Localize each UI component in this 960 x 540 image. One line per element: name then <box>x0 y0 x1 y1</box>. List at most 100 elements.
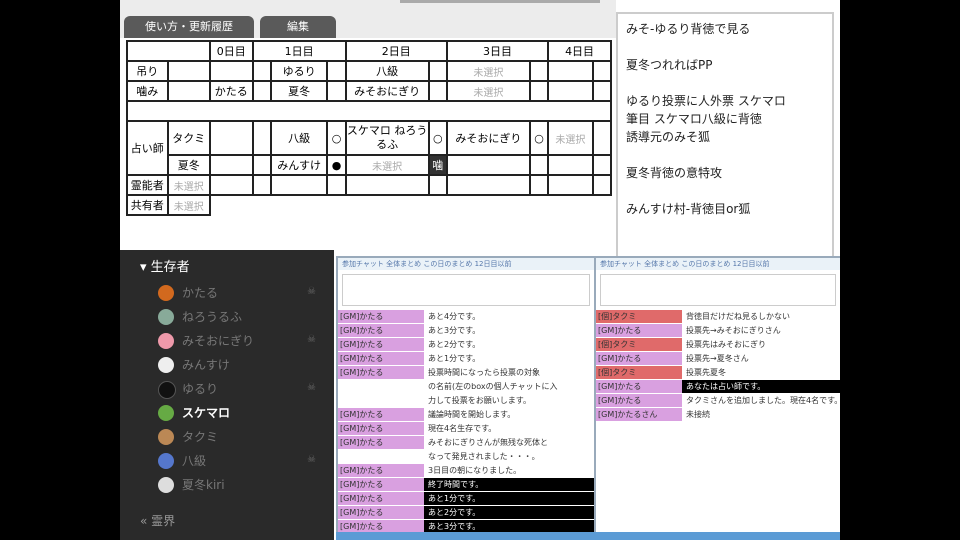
tab-usage[interactable]: 使い方・更新履歴 <box>124 16 254 38</box>
survivor-item[interactable]: タクミ <box>158 426 328 448</box>
chat-text: なって発見されました・・・。 <box>428 452 540 461</box>
survivor-item[interactable]: スケマロ <box>158 402 328 424</box>
attack-day1[interactable]: 夏冬 <box>269 80 329 102</box>
memo-line <box>618 182 832 200</box>
chat-message: [個]タクミ 投票先はみそおにぎり <box>596 338 840 351</box>
survivor-item[interactable]: かたる ☠ <box>158 282 328 304</box>
survivor-item[interactable]: 夏冬kiri <box>158 474 328 496</box>
spirit-world-link[interactable]: « 霊界 <box>140 512 175 529</box>
chat-text: 議論時間を開始します。 <box>428 410 516 419</box>
seer1-day2-result[interactable]: ○ <box>427 120 448 156</box>
chat-messages: [GM]かたる あと4分です。 [GM]かたる あと3分です。 [GM]かたる あと2分で… <box>338 310 594 540</box>
avatar <box>158 477 174 493</box>
survivor-header: ▾ 生存者 <box>140 260 190 275</box>
attack-day0[interactable]: かたる <box>209 80 254 102</box>
memo-line: 夏冬つれればPP <box>626 58 713 72</box>
chat-message: [GM]かたる 投票時間になったら投票の対象 <box>338 366 594 379</box>
memo-line: 誘導元のみそ狐 <box>626 130 711 144</box>
attacked-label: 噛み <box>126 80 169 102</box>
survivor-name: 八級 <box>182 454 207 468</box>
attack-day2[interactable]: みそおにぎり <box>344 80 430 102</box>
survivor-item[interactable]: 八級 ☠ <box>158 450 328 472</box>
day2-header: 2日目 <box>344 40 448 62</box>
chat-sender: [GM]かたる <box>596 380 682 393</box>
medium-value[interactable]: 未選択 <box>166 174 212 196</box>
avatar <box>158 453 174 469</box>
chat-text: 終了時間です。 <box>424 478 594 491</box>
chat-sender: [GM]かたる <box>596 352 682 365</box>
chat-message: [GM]かたる 終了時間です。 <box>338 478 594 491</box>
chat-text: あと3分です。 <box>428 326 481 335</box>
chat-sender: [GM]かたる <box>338 408 424 421</box>
chat-text: 3日目の朝になりました。 <box>428 466 522 475</box>
chat-message: [GM]かたるさん 未接続 <box>596 408 840 421</box>
survivor-name: みんすけ <box>182 358 230 372</box>
chat-header[interactable]: 参加チャット 全体まとめ この日のまとめ 12日目以前 <box>596 258 840 270</box>
chat-text: 現在4名生存です。 <box>428 424 497 433</box>
hang-day2[interactable]: 八級 <box>344 60 430 82</box>
chat-message: [GM]かたるあと4分です。 <box>338 310 594 323</box>
survivor-item[interactable]: みそおにぎり ☠ <box>158 330 328 352</box>
survivor-name: ゆるり <box>182 382 219 396</box>
memo-line <box>618 38 832 56</box>
chat-header[interactable]: 参加チャット 全体まとめ この日のまとめ 12日目以前 <box>338 258 594 270</box>
chat-text: 投票先夏冬 <box>686 368 726 377</box>
survivor-item[interactable]: みんすけ <box>158 354 328 376</box>
chat-message: なって発見されました・・・。 <box>338 450 594 463</box>
chat-text: あと1分です。 <box>428 354 481 363</box>
chat-text: あと4分です。 <box>428 312 481 321</box>
chat-text: 背徳目だけだね見るしかない <box>686 312 790 321</box>
bottom-bar <box>336 532 840 540</box>
hang-day1[interactable]: ゆるり <box>269 60 329 82</box>
survivor-item[interactable]: ねろうるふ <box>158 306 328 328</box>
seer1-day2[interactable]: スケマロ ねろうるふ <box>344 120 430 156</box>
survivor-name: ねろうるふ <box>182 310 243 324</box>
attack-day3[interactable]: 未選択 <box>445 80 531 102</box>
hanging-label: 吊り <box>126 60 169 82</box>
medium-label: 霊能者 <box>126 174 169 196</box>
seer1-day3[interactable]: みそおにぎり <box>445 120 531 156</box>
seer1-day3-result[interactable]: ○ <box>528 120 550 156</box>
chat-message: [GM]かたる あと1分です。 <box>338 492 594 505</box>
chat-message: の名前(左のboxの個人チャットに入 <box>338 380 594 393</box>
survivor-item[interactable]: ゆるり ☠ <box>158 378 328 400</box>
survivor-list: ▾ 生存者 かたる ☠ ねろうるふ みそおにぎり ☠ みんすけ ゆるり ☠ スケ… <box>120 250 334 540</box>
memo-line: ゆるり投票に人外票 スケマロ <box>626 94 786 108</box>
tab-edit[interactable]: 編集 <box>260 16 336 38</box>
hang-day3[interactable]: 未選択 <box>445 60 531 82</box>
avatar <box>158 381 176 399</box>
avatar <box>158 309 174 325</box>
chat-text: タクミさんを追加しました。現在4名です。 <box>686 396 840 405</box>
chat-text: 未接続 <box>686 410 710 419</box>
chat-message: [GM]かたる 現在4名生存です。 <box>338 422 594 435</box>
seer1-day1-result[interactable]: ○ <box>326 120 347 156</box>
chat-message: [GM]かたる あと3分です。 <box>338 324 594 337</box>
memo-panel[interactable]: みそ-ゆるり背徳で見る 夏冬つれればPP ゆるり投票に人外票 スケマロ 筆目 ス… <box>616 12 834 262</box>
survivor-name: タクミ <box>182 430 219 444</box>
seer2-day1[interactable]: みんすけ <box>269 154 329 176</box>
seer2-day1-result[interactable]: ● <box>326 154 347 176</box>
seer1-name: タクミ <box>166 120 212 156</box>
chat-text: 投票先→みそおにぎりさん <box>686 326 781 335</box>
chat-text: あと2分です。 <box>424 506 594 519</box>
avatar <box>158 333 174 349</box>
chat-sender: [GM]かたる <box>338 422 424 435</box>
chat-input[interactable] <box>600 274 836 306</box>
seer-label: 占い師 <box>126 120 169 176</box>
seer2-day2[interactable]: 未選択 <box>344 154 430 176</box>
chat-text: 力して投票をお願いします。 <box>428 396 531 405</box>
chat-message: [個]タクミ 投票先夏冬 <box>596 366 840 379</box>
chat-message: 力して投票をお願いします。 <box>338 394 594 407</box>
seer1-day4[interactable]: 未選択 <box>547 120 594 156</box>
chat-message: [GM]かたる 3日目の朝になりました。 <box>338 464 594 477</box>
day4-header: 4日目 <box>547 40 612 62</box>
chat-sender: [個]タクミ <box>596 310 682 323</box>
chat-input[interactable] <box>342 274 590 306</box>
seer2-day2-result[interactable]: 噛 <box>427 154 448 176</box>
avatar <box>158 405 174 421</box>
shared-value[interactable]: 未選択 <box>166 194 212 216</box>
top-line <box>400 0 600 3</box>
survivor-name: 夏冬kiri <box>182 478 225 492</box>
seer1-day1[interactable]: 八級 <box>269 120 329 156</box>
chat-text: あと2分です。 <box>428 340 481 349</box>
